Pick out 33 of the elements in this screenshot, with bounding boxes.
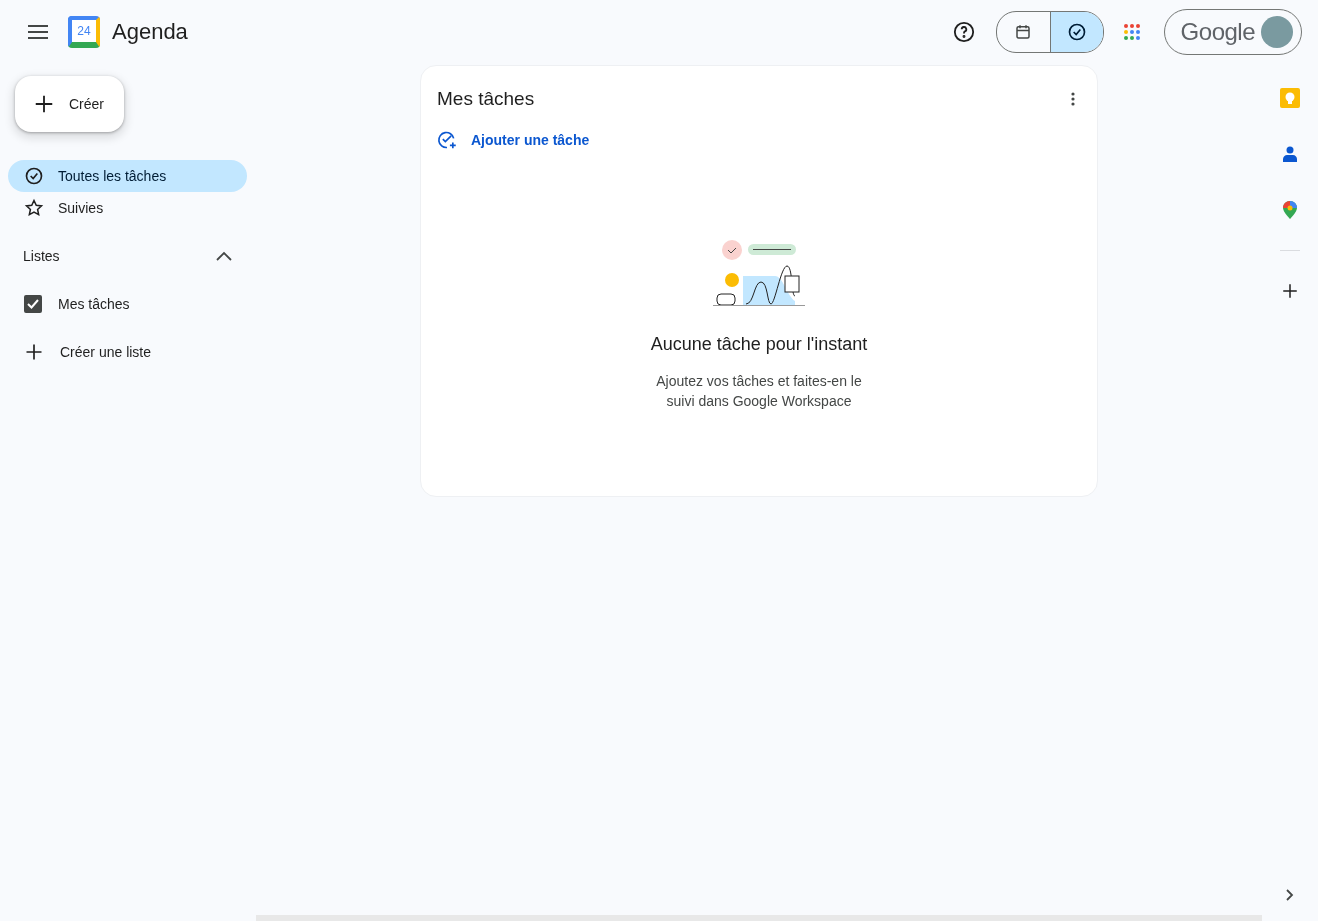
google-wordmark: Google [1180, 18, 1255, 46]
chevron-right-icon [1286, 889, 1294, 901]
star-icon [24, 198, 44, 218]
card-title: Mes tâches [437, 88, 535, 110]
app-title: Agenda [112, 19, 188, 45]
empty-description: Ajoutez vos tâches et faites-en le suivi dans Google Workspace [655, 372, 863, 411]
plus-icon [24, 342, 44, 362]
avatar [1261, 16, 1293, 48]
nav-item[interactable]: Suivies [8, 192, 247, 224]
create-button[interactable]: Créer [15, 76, 124, 132]
check-circle-icon [24, 166, 44, 186]
list-checkbox[interactable] [24, 295, 42, 313]
plus-icon [1281, 282, 1299, 300]
view-toggle-button[interactable] [1049, 12, 1103, 52]
list-name: Mes tâches [58, 296, 130, 312]
person-icon [1283, 146, 1297, 162]
menu-icon [28, 25, 48, 39]
plus-icon [33, 93, 55, 115]
calendar-icon [1014, 23, 1033, 41]
map-pin-icon [1283, 201, 1297, 219]
add-task-icon [437, 130, 457, 150]
empty-title: Aucune tâche pour l'instant [650, 334, 868, 355]
logo-day: 24 [77, 24, 91, 38]
lists-heading: Listes [23, 248, 60, 264]
chevron-icon [216, 251, 232, 261]
add-task-button[interactable]: Ajouter une tâche [421, 120, 606, 160]
nav-item[interactable]: Toutes les tâches [8, 160, 247, 192]
check-circle-icon [1066, 22, 1087, 42]
lightbulb-icon [1280, 88, 1300, 108]
apps-grid-icon [1122, 23, 1141, 41]
create-list-button[interactable]: Créer une liste [0, 328, 256, 376]
help-icon [952, 21, 975, 43]
more-vert-icon [1071, 92, 1075, 106]
